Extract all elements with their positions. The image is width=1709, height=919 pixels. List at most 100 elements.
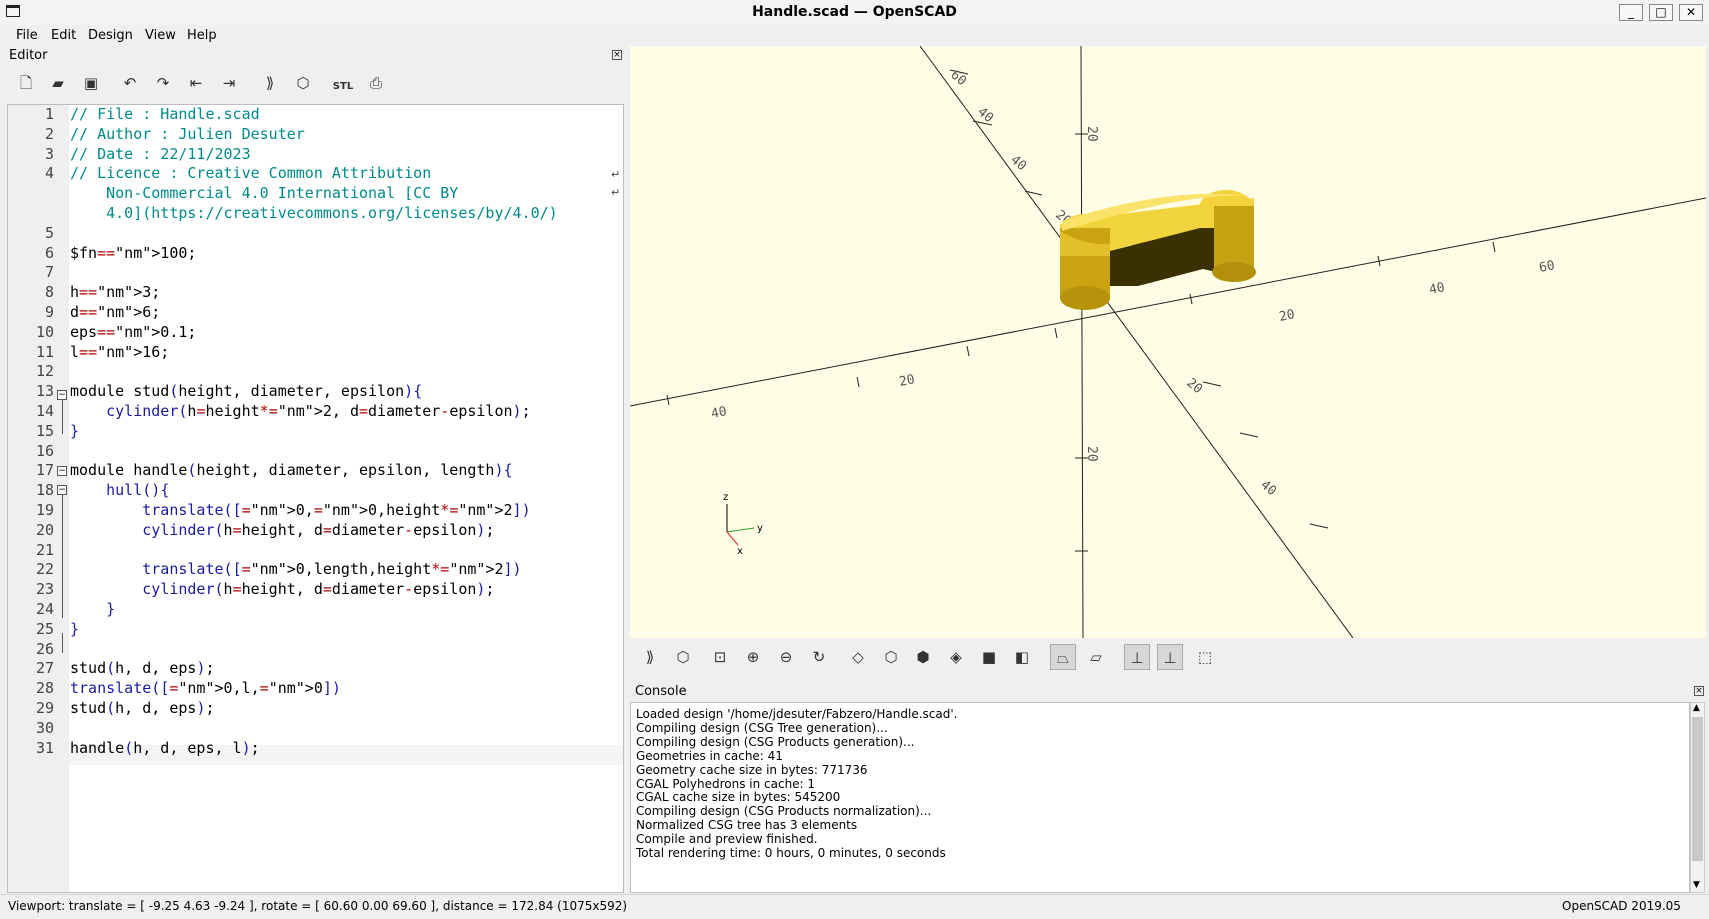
- reset-view-icon[interactable]: ↻: [806, 644, 832, 670]
- send-to-print-icon[interactable]: ⎙: [365, 72, 387, 94]
- render-icon[interactable]: ⬡: [292, 72, 314, 94]
- line-number: 23: [35, 580, 54, 599]
- line-number: 26: [35, 639, 54, 658]
- svg-text:20: 20: [898, 372, 916, 390]
- menu-file[interactable]: File: [16, 28, 38, 43]
- console-line: Compiling design (CSG Products generatio…: [636, 734, 915, 749]
- orthogonal-icon[interactable]: ▱: [1083, 644, 1109, 670]
- line-number: 10: [35, 322, 54, 341]
- open-file-icon[interactable]: ▰: [47, 72, 69, 94]
- console-line: Compile and preview finished.: [636, 832, 818, 847]
- line-number: 15: [35, 421, 54, 440]
- code-line: eps=="nm">0.1;: [70, 322, 197, 341]
- console-line: CGAL Polyhedrons in cache: 1: [636, 776, 816, 791]
- zoom-in-icon[interactable]: ⊕: [740, 644, 766, 670]
- line-number: 29: [35, 699, 54, 717]
- window-title: Handle.scad — OpenSCAD: [752, 4, 957, 20]
- line-number: 16: [35, 441, 54, 460]
- svg-text:40: 40: [974, 105, 996, 127]
- viewport-scene: 40 20 20 40 60 60 40 40 20 20 40 20 20 z…: [630, 46, 1706, 638]
- code-line: hull(){: [106, 481, 170, 500]
- console-close-icon[interactable]: ×: [1694, 686, 1704, 696]
- close-window-button[interactable]: ✕: [1679, 4, 1703, 21]
- menu-help[interactable]: Help: [187, 28, 217, 43]
- code-line: // Author : Julien Desuter: [70, 124, 305, 143]
- svg-text:40: 40: [1428, 280, 1446, 298]
- view-left-icon[interactable]: ◈: [943, 644, 969, 670]
- minimize-button[interactable]: _: [1619, 4, 1643, 21]
- fold-marker[interactable]: −: [57, 485, 67, 495]
- view-back-icon[interactable]: ◧: [1009, 644, 1035, 670]
- line-number: 7: [44, 263, 54, 282]
- view-toolbar: ⟫ ⬡ ⊡ ⊕ ⊖ ↻ ◇ ⬡ ⬢ ◈ ■ ◧ ⏢ ▱ ⊥ ⊥ ⬚: [630, 638, 1706, 676]
- line-number: 25: [35, 619, 54, 638]
- 3d-viewport[interactable]: 40 20 20 40 60 60 40 40 20 20 40 20 20 z…: [630, 46, 1706, 638]
- view-front-icon[interactable]: ■: [976, 644, 1002, 670]
- code-line: // Date : 22/11/2023: [70, 144, 251, 163]
- fold-guide: [62, 400, 63, 434]
- editor-close-icon[interactable]: ×: [612, 50, 622, 60]
- new-file-icon[interactable]: 🗋: [15, 72, 37, 94]
- line-number: 27: [35, 659, 54, 678]
- axis-label-y: y: [757, 523, 763, 534]
- view-right-icon[interactable]: ◇: [845, 644, 871, 670]
- code-line: l=="nm">16;: [70, 342, 170, 361]
- line-number: 9: [44, 303, 54, 321]
- fold-marker[interactable]: −: [57, 466, 67, 476]
- preview-icon[interactable]: ⟫: [637, 644, 663, 670]
- code-line: }: [106, 600, 116, 618]
- menu-edit[interactable]: Edit: [51, 28, 76, 43]
- menu-design[interactable]: Design: [88, 28, 133, 43]
- view-top-icon[interactable]: ⬡: [878, 644, 904, 670]
- line-number: 14: [35, 402, 54, 420]
- svg-text:20: 20: [1278, 307, 1296, 325]
- preview-icon[interactable]: ⟫: [259, 72, 281, 94]
- console-line: CGAL cache size in bytes: 545200: [636, 790, 841, 805]
- scroll-down-icon[interactable]: ▼: [1693, 880, 1700, 890]
- indent-icon[interactable]: ⇥: [218, 72, 240, 94]
- scroll-up-icon[interactable]: ▲: [1693, 703, 1700, 713]
- console-scrollbar[interactable]: ▲ ▼: [1690, 702, 1705, 893]
- console-output[interactable]: Loaded design '/home/jdesuter/Fabzero/Ha…: [630, 702, 1690, 893]
- fold-guide: [62, 633, 63, 653]
- line-number: 22: [35, 560, 54, 579]
- code-line: 4.0](https://creativecommons.org/license…: [70, 204, 558, 222]
- export-stl-icon[interactable]: STL: [332, 72, 354, 94]
- perspective-icon[interactable]: ⏢: [1050, 644, 1076, 670]
- code-line: d=="nm">6;: [70, 303, 161, 321]
- code-line: // Licence : Creative Common Attribution: [70, 164, 432, 183]
- render-icon[interactable]: ⬡: [670, 644, 696, 670]
- code-line: handle(h, d, eps, l);: [70, 738, 260, 757]
- save-icon[interactable]: ▣: [80, 72, 102, 94]
- maximize-button[interactable]: □: [1649, 4, 1673, 21]
- undo-icon[interactable]: ↶: [119, 72, 141, 94]
- menu-view[interactable]: View: [145, 28, 176, 43]
- line-number: 24: [35, 600, 54, 618]
- view-bottom-icon[interactable]: ⬢: [910, 644, 936, 670]
- line-number: 4: [44, 164, 54, 183]
- code-line: module handle(height, diameter, epsilon,…: [70, 461, 513, 480]
- show-axes-icon[interactable]: ⊥: [1124, 644, 1150, 670]
- svg-text:40: 40: [1007, 153, 1029, 175]
- zoom-out-icon[interactable]: ⊖: [773, 644, 799, 670]
- unindent-icon[interactable]: ⇤: [185, 72, 207, 94]
- redo-icon[interactable]: ↷: [152, 72, 174, 94]
- svg-text:20: 20: [1084, 126, 1099, 142]
- show-edges-icon[interactable]: ⬚: [1192, 644, 1218, 670]
- line-wrap-icon: ↵: [611, 168, 621, 181]
- console-line: Loaded design '/home/jdesuter/Fabzero/Ha…: [636, 707, 958, 721]
- editor-toolbar: 🗋 ▰ ▣ ↶ ↷ ⇤ ⇥ ⟫ ⬡ STL ⎙: [10, 68, 610, 100]
- scroll-thumb[interactable]: [1692, 717, 1703, 861]
- menu-bar: File Edit Design View Help: [0, 25, 1709, 47]
- show-scale-markers-icon[interactable]: ⊥: [1157, 644, 1183, 670]
- code-editor[interactable]: 1 2 3 4 5 6 7 8 9 10 11 12 13 14 15 16 17 18 19 20 21 22 23 24 2…: [7, 104, 624, 893]
- code-line: h=="nm">3;: [70, 283, 161, 302]
- view-all-icon[interactable]: ⊡: [707, 644, 733, 670]
- code-line: translate([="nm">0,length,height*="nm">2…: [142, 560, 522, 579]
- line-number: 20: [35, 520, 54, 539]
- fold-marker[interactable]: −: [57, 390, 67, 400]
- console-line: Normalized CSG tree has 3 elements: [636, 818, 858, 833]
- line-number: 18: [35, 481, 54, 500]
- code-line: }: [70, 619, 80, 638]
- fold-guide: [62, 495, 63, 618]
